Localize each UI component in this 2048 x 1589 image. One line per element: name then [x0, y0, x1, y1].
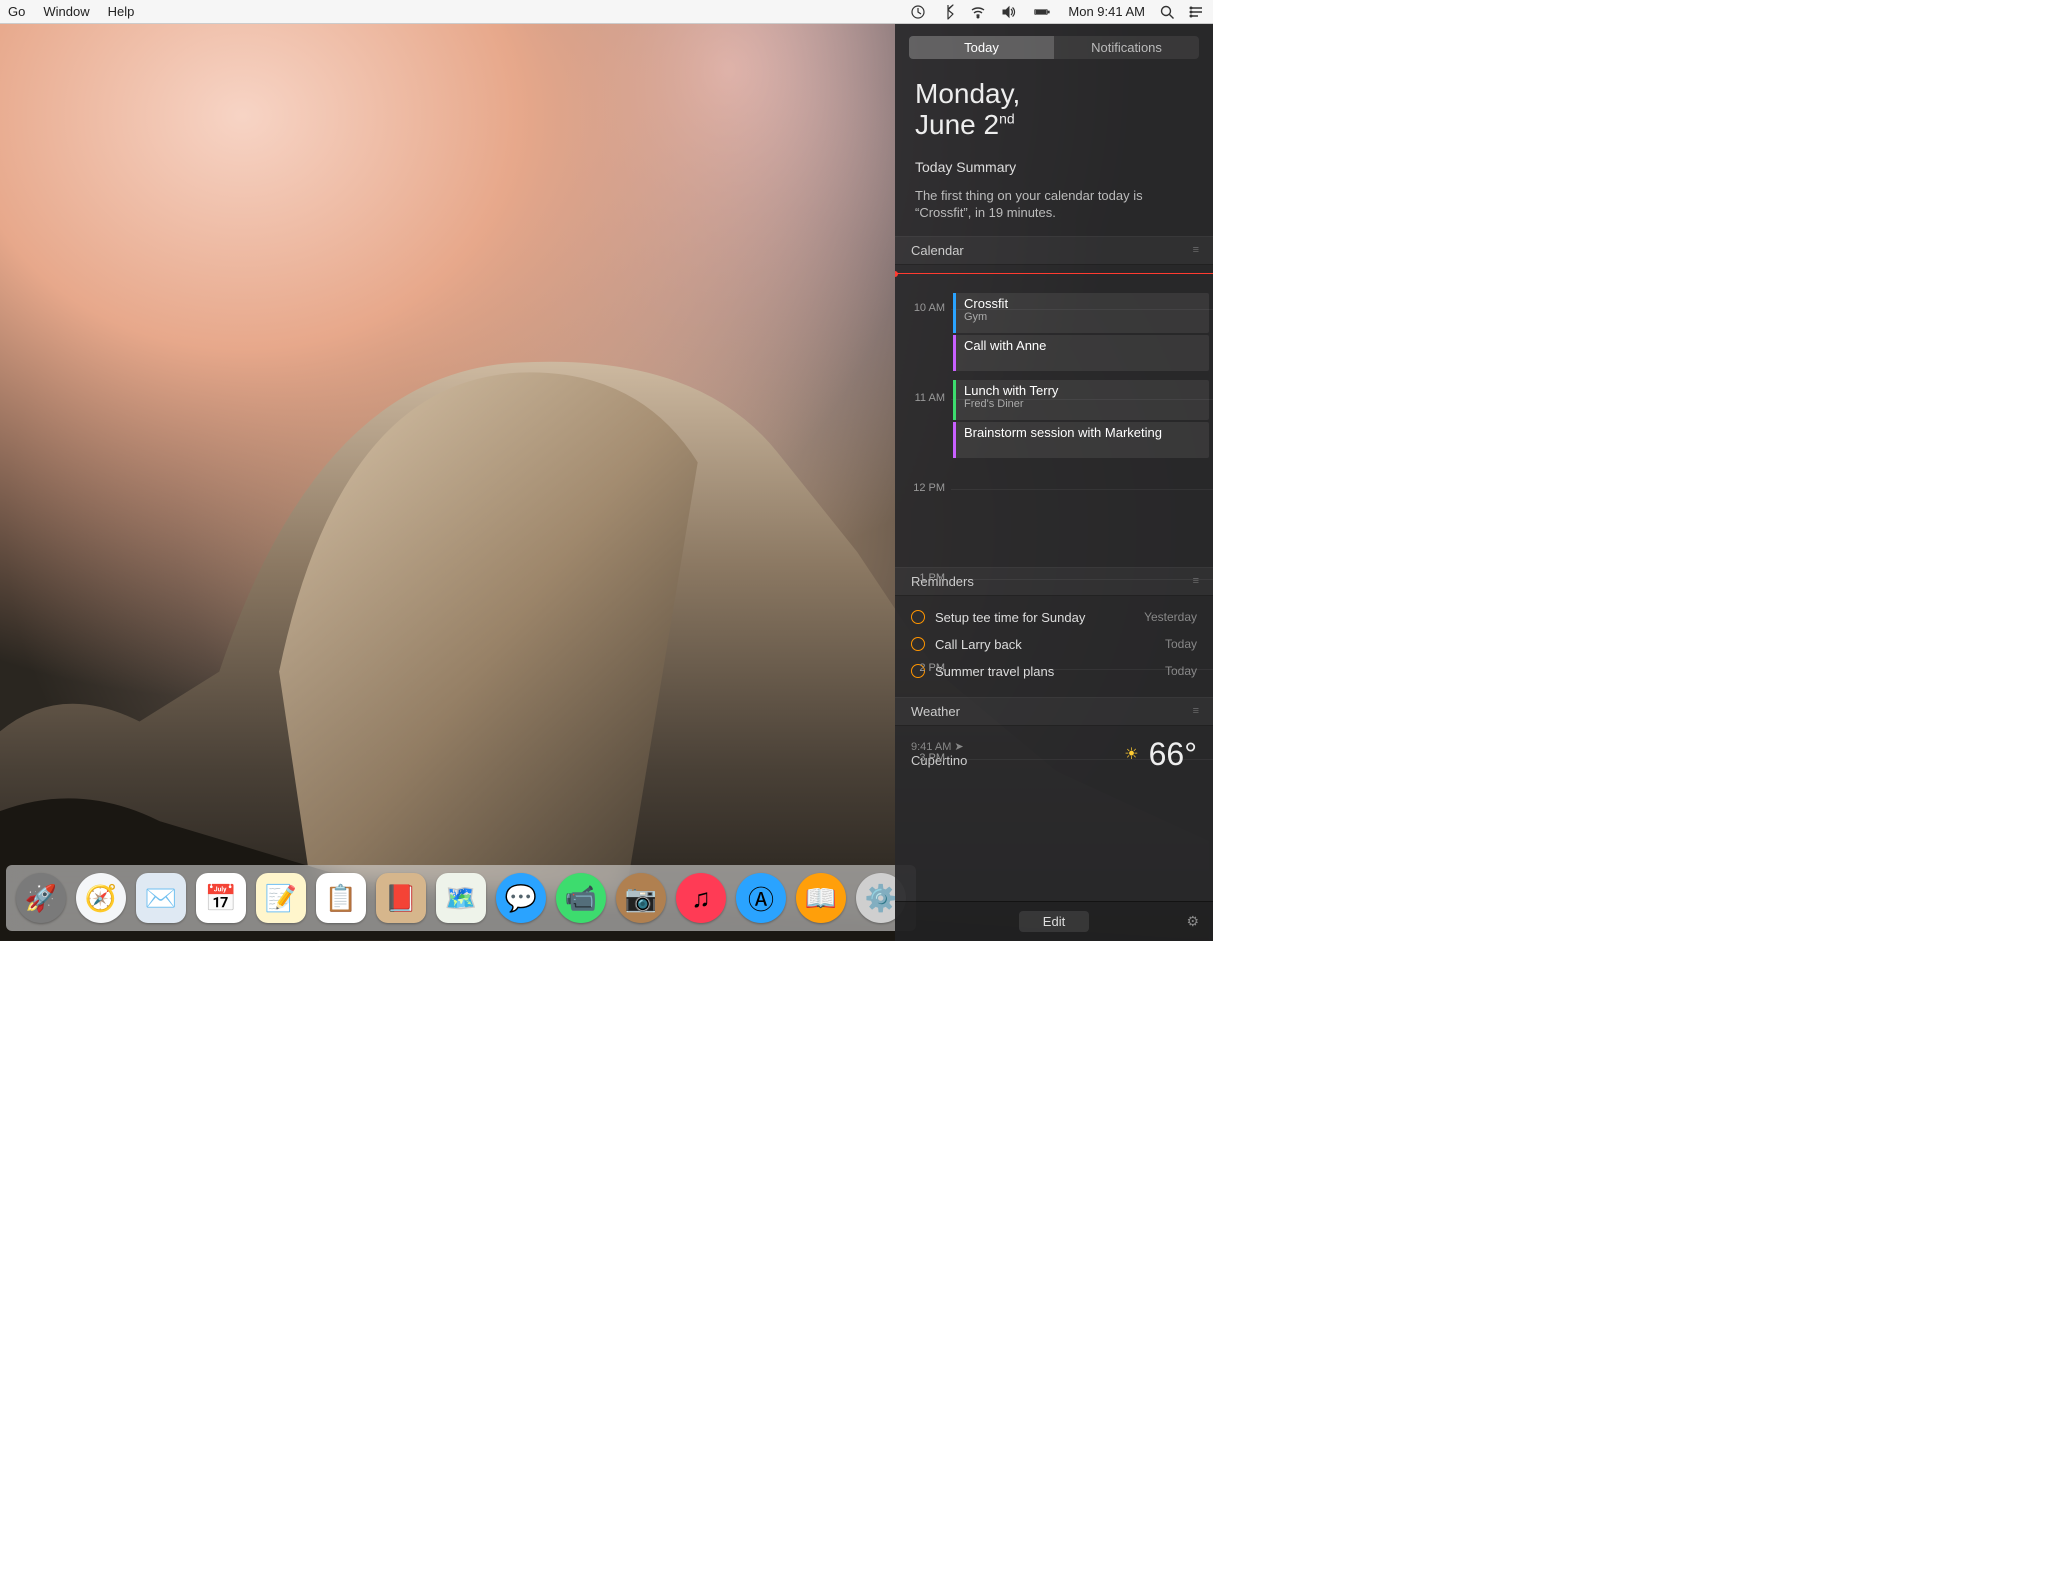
menubar-clock[interactable]: Mon 9:41 AM — [1068, 4, 1145, 19]
calendar-hour-label: 10 AM — [903, 302, 945, 314]
menubar: Go Window Help Mon 9:41 AM — [0, 0, 1213, 24]
calendar-timeline: 9:41 AM 10 AM11 AM12 PM1 PM2 PM3 PMCross… — [895, 265, 1213, 567]
calendar-hour-row: 2 PM — [951, 669, 1213, 714]
nc-tabs: Today Notifications — [909, 36, 1199, 59]
drag-handle-icon[interactable]: ≡ — [1193, 575, 1197, 587]
dock: 🚀🧭✉️📅📝📋📕🗺️💬📹📷♫Ⓐ📖⚙️ — [6, 865, 916, 931]
calendar-now-dot-icon — [895, 271, 898, 277]
volume-icon[interactable] — [1000, 4, 1016, 20]
dock-icon-photobooth[interactable]: 📷 — [616, 873, 666, 923]
reminder-checkbox-icon[interactable] — [911, 637, 925, 651]
drag-handle-icon[interactable]: ≡ — [1193, 244, 1197, 256]
dock-icon-itunes[interactable]: ♫ — [676, 873, 726, 923]
dock-icon-reminders[interactable]: 📋 — [316, 873, 366, 923]
dock-icon-appstore[interactable]: Ⓐ — [736, 873, 786, 923]
calendar-event-title: Call with Anne — [964, 338, 1201, 353]
dock-icon-messages[interactable]: 💬 — [496, 873, 546, 923]
calendar-event-subtitle: Fred's Diner — [964, 398, 1201, 410]
calendar-hour-label: 1 PM — [903, 572, 945, 584]
summary-text: The first thing on your calendar today i… — [895, 179, 1213, 236]
calendar-hour-label: 2 PM — [903, 662, 945, 674]
calendar-hour-label: 12 PM — [903, 482, 945, 494]
calendar-event[interactable]: CrossfitGym — [953, 293, 1209, 333]
reminder-item[interactable]: Call Larry back Today — [911, 631, 1197, 658]
nc-date-dayname: Monday, — [915, 78, 1020, 109]
calendar-hour-label: 3 PM — [903, 752, 945, 764]
nc-date: Monday, June 2nd — [895, 69, 1213, 145]
calendar-event-subtitle: Gym — [964, 311, 1201, 323]
calendar-event-title: Lunch with Terry — [964, 383, 1201, 398]
menu-window[interactable]: Window — [43, 4, 89, 19]
tab-today[interactable]: Today — [909, 36, 1054, 59]
calendar-event-title: Brainstorm session with Marketing — [964, 425, 1201, 440]
calendar-event[interactable]: Lunch with TerryFred's Diner — [953, 380, 1209, 420]
wifi-icon[interactable] — [970, 4, 986, 20]
battery-icon[interactable] — [1030, 4, 1054, 20]
bluetooth-icon[interactable] — [940, 4, 956, 20]
calendar-now-line: 9:41 AM — [895, 273, 1213, 274]
nc-footer: Edit ⚙ — [895, 901, 1213, 941]
calendar-event[interactable]: Brainstorm session with Marketing — [953, 422, 1209, 458]
calendar-hour-label: 11 AM — [903, 392, 945, 404]
reminder-when: Today — [1165, 637, 1197, 651]
dock-icon-facetime[interactable]: 📹 — [556, 873, 606, 923]
nc-date-suffix: nd — [999, 110, 1015, 126]
calendar-hour-row: 12 PM — [951, 489, 1213, 534]
drag-handle-icon[interactable]: ≡ — [1193, 705, 1197, 717]
summary-title: Today Summary — [895, 145, 1213, 179]
dock-icon-launchpad[interactable]: 🚀 — [16, 873, 66, 923]
dock-icon-maps[interactable]: 🗺️ — [436, 873, 486, 923]
calendar-hour-row: 3 PM — [951, 759, 1213, 804]
menu-help[interactable]: Help — [108, 4, 135, 19]
calendar-event-title: Crossfit — [964, 296, 1201, 311]
spotlight-icon[interactable] — [1159, 4, 1175, 20]
reminder-text: Call Larry back — [935, 637, 1022, 652]
dock-icon-mail[interactable]: ✉️ — [136, 873, 186, 923]
calendar-widget-header: Calendar ≡ — [895, 236, 1213, 265]
menu-go[interactable]: Go — [8, 4, 25, 19]
calendar-widget-title: Calendar — [911, 243, 964, 258]
location-arrow-icon: ➤ — [954, 741, 963, 753]
dock-icon-ibooks[interactable]: 📖 — [796, 873, 846, 923]
dock-icon-notes[interactable]: 📝 — [256, 873, 306, 923]
timemachine-icon[interactable] — [910, 4, 926, 20]
nc-date-monthday: June 2 — [915, 109, 999, 140]
notification-center-panel: Today Notifications Monday, June 2nd Tod… — [895, 24, 1213, 941]
tab-notifications[interactable]: Notifications — [1054, 36, 1199, 59]
calendar-event[interactable]: Call with Anne — [953, 335, 1209, 371]
reminder-checkbox-icon[interactable] — [911, 610, 925, 624]
dock-icon-contacts[interactable]: 📕 — [376, 873, 426, 923]
notification-center-icon[interactable] — [1189, 4, 1205, 20]
dock-icon-calendar[interactable]: 📅 — [196, 873, 246, 923]
dock-icon-safari[interactable]: 🧭 — [76, 873, 126, 923]
edit-button[interactable]: Edit — [1019, 911, 1089, 932]
calendar-hour-row: 1 PM — [951, 579, 1213, 624]
gear-icon[interactable]: ⚙ — [1186, 913, 1199, 930]
